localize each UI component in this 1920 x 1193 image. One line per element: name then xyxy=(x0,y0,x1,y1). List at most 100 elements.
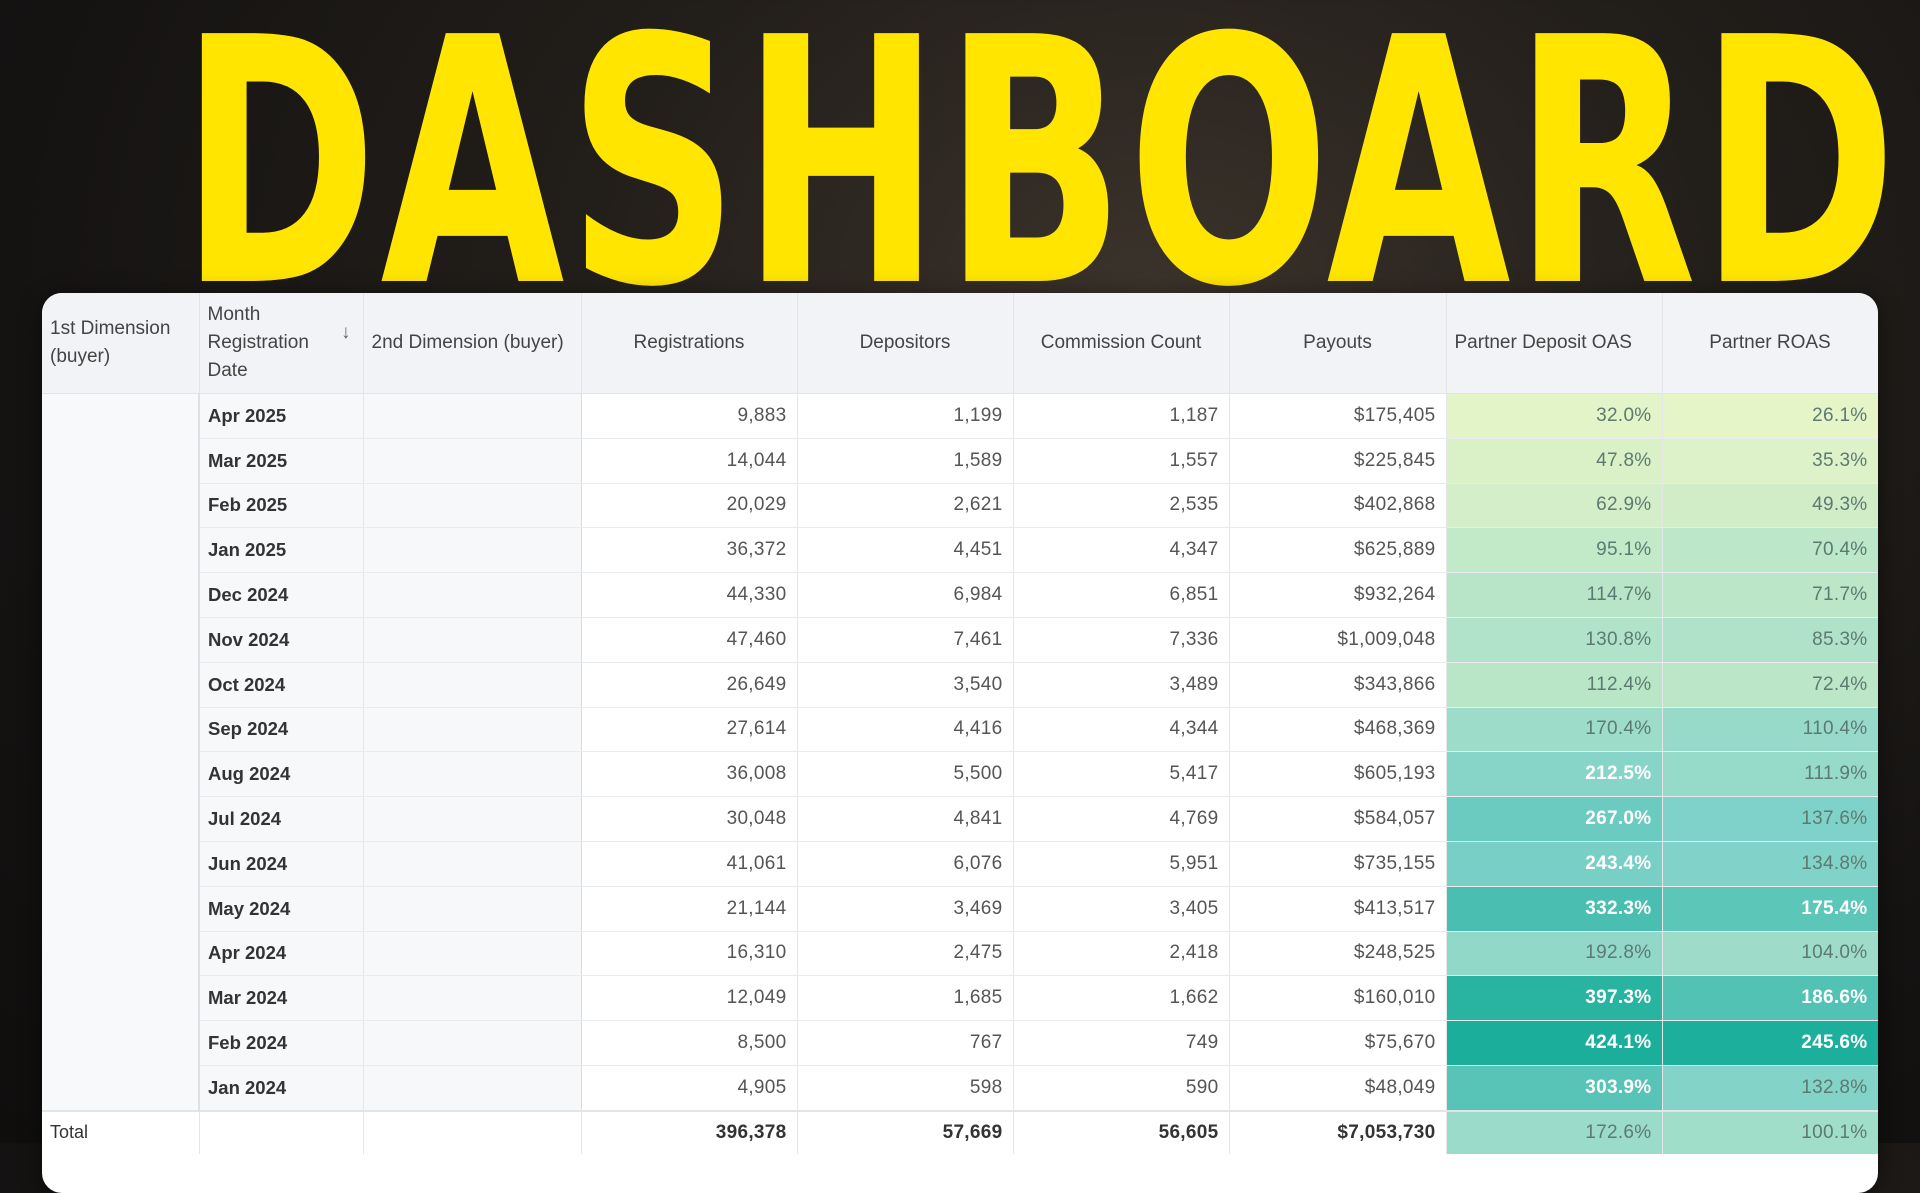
commission-count-cell: 2,535 xyxy=(1013,483,1230,529)
table-row[interactable]: Mar 2025 14,044 1,589 1,557 $225,845 47.8% 35.… xyxy=(42,438,1878,484)
table-row[interactable]: Apr 2024 16,310 2,475 2,418 $248,525 192.8% 10… xyxy=(42,931,1878,977)
month-cell: Aug 2024 xyxy=(199,751,364,798)
partner-roas-cell: 85.3% xyxy=(1662,617,1878,663)
table-row[interactable]: Nov 2024 47,460 7,461 7,336 $1,009,048 130.8%… xyxy=(42,617,1878,663)
partner-deposit-oas-cell: 114.7% xyxy=(1446,572,1663,618)
dim2-cell xyxy=(363,751,582,798)
total-commission-count: 56,605 xyxy=(1013,1109,1230,1154)
header-commission-count[interactable]: Commission Count xyxy=(1013,293,1230,394)
partner-roas-cell: 49.3% xyxy=(1662,483,1878,529)
table-header: 1st Dimension (buyer) ↓ Month Registrati… xyxy=(42,293,1878,394)
commission-count-cell: 4,344 xyxy=(1013,707,1230,753)
partner-deposit-oas-cell: 62.9% xyxy=(1446,483,1663,529)
table-row[interactable]: Aug 2024 36,008 5,500 5,417 $605,193 212.5% 11… xyxy=(42,751,1878,798)
month-cell: Sep 2024 xyxy=(199,707,364,753)
registrations-cell: 36,372 xyxy=(581,527,798,574)
dim2-cell xyxy=(363,975,582,1022)
payouts-cell: $413,517 xyxy=(1229,886,1447,932)
report-table: 1st Dimension (buyer) ↓ Month Registrati… xyxy=(42,293,1878,1154)
table-row[interactable]: Jul 2024 30,048 4,841 4,769 $584,057 267.0% 13… xyxy=(42,796,1878,842)
registrations-cell: 27,614 xyxy=(581,707,798,753)
depositors-cell: 598 xyxy=(797,1065,1014,1112)
month-cell: Apr 2025 xyxy=(199,393,364,439)
table-row[interactable]: Jan 2025 36,372 4,451 4,347 $625,889 95.1% 70.… xyxy=(42,527,1878,574)
total-roas: 100.1% xyxy=(1662,1109,1878,1154)
partner-roas-cell: 111.9% xyxy=(1662,751,1878,798)
table-row[interactable]: Dec 2024 44,330 6,984 6,851 $932,264 114.7% 71… xyxy=(42,572,1878,618)
dim2-cell xyxy=(363,931,582,977)
depositors-cell: 2,621 xyxy=(797,483,1014,529)
registrations-cell: 14,044 xyxy=(581,438,798,484)
header-partner-deposit-oas[interactable]: Partner Deposit OAS xyxy=(1446,293,1663,394)
registrations-cell: 4,905 xyxy=(581,1065,798,1112)
payouts-cell: $605,193 xyxy=(1229,751,1447,798)
header-dim2[interactable]: 2nd Dimension (buyer) xyxy=(363,293,582,394)
month-cell: Dec 2024 xyxy=(199,572,364,618)
partner-roas-cell: 70.4% xyxy=(1662,527,1878,574)
table-row[interactable]: Mar 2024 12,049 1,685 1,662 $160,010 397.3% 18… xyxy=(42,975,1878,1022)
partner-deposit-oas-cell: 243.4% xyxy=(1446,841,1663,887)
payouts-cell: $343,866 xyxy=(1229,662,1447,708)
month-cell: May 2024 xyxy=(199,886,364,932)
header-payouts[interactable]: Payouts xyxy=(1229,293,1447,394)
partner-deposit-oas-cell: 130.8% xyxy=(1446,617,1663,663)
month-cell: Jan 2024 xyxy=(199,1065,364,1112)
table-row[interactable]: May 2024 21,144 3,469 3,405 $413,517 332.3% 17… xyxy=(42,886,1878,932)
depositors-cell: 1,685 xyxy=(797,975,1014,1022)
partner-roas-cell: 137.6% xyxy=(1662,796,1878,842)
payouts-cell: $1,009,048 xyxy=(1229,617,1447,663)
table-row[interactable]: Feb 2025 20,029 2,621 2,535 $402,868 62.9% 49.… xyxy=(42,483,1878,529)
table-row[interactable]: Oct 2024 26,649 3,540 3,489 $343,866 112.4% 72… xyxy=(42,662,1878,708)
dim2-cell xyxy=(363,572,582,618)
table-row[interactable]: Sep 2024 27,614 4,416 4,344 $468,369 170.4% 11… xyxy=(42,707,1878,753)
dim2-cell xyxy=(363,483,582,529)
payouts-cell: $175,405 xyxy=(1229,393,1447,439)
header-month-registration-date[interactable]: ↓ Month Registration Date xyxy=(199,293,364,394)
partner-deposit-oas-cell: 95.1% xyxy=(1446,527,1663,574)
header-depositors[interactable]: Depositors xyxy=(797,293,1014,394)
payouts-cell: $48,049 xyxy=(1229,1065,1447,1112)
depositors-cell: 7,461 xyxy=(797,617,1014,663)
month-cell: Mar 2024 xyxy=(199,975,364,1022)
table-row[interactable]: Apr 2025 9,883 1,199 1,187 $175,405 32.0% 26.1… xyxy=(42,393,1878,1112)
partner-roas-cell: 245.6% xyxy=(1662,1020,1878,1066)
partner-roas-cell: 110.4% xyxy=(1662,707,1878,753)
table-row[interactable]: Feb 2024 8,500 767 749 $75,670 424.1% 245.6% xyxy=(42,1020,1878,1066)
commission-count-cell: 1,557 xyxy=(1013,438,1230,484)
total-depositors: 57,669 xyxy=(797,1109,1014,1154)
commission-count-cell: 590 xyxy=(1013,1065,1230,1112)
table-footer: Total 396,378 57,669 56,605 $7,053,730 1… xyxy=(42,1109,1878,1154)
depositors-cell: 6,984 xyxy=(797,572,1014,618)
payouts-cell: $75,670 xyxy=(1229,1020,1447,1066)
table-row[interactable]: Jun 2024 41,061 6,076 5,951 $735,155 243.4% 13… xyxy=(42,841,1878,887)
depositors-cell: 4,451 xyxy=(797,527,1014,574)
arrow-down-icon[interactable]: ↓ xyxy=(341,319,351,347)
dim2-cell xyxy=(363,886,582,932)
commission-count-cell: 1,662 xyxy=(1013,975,1230,1022)
payouts-cell: $248,525 xyxy=(1229,931,1447,977)
table-row[interactable]: Jan 2024 4,905 598 590 $48,049 303.9% 132.8% xyxy=(42,1065,1878,1112)
partner-roas-cell: 132.8% xyxy=(1662,1065,1878,1112)
header-registrations[interactable]: Registrations xyxy=(581,293,798,394)
dim2-cell xyxy=(363,438,582,484)
depositors-cell: 6,076 xyxy=(797,841,1014,887)
partner-deposit-oas-cell: 267.0% xyxy=(1446,796,1663,842)
depositors-cell: 4,416 xyxy=(797,707,1014,753)
month-cell: Mar 2025 xyxy=(199,438,364,484)
total-deposit-oas: 172.6% xyxy=(1446,1109,1663,1154)
total-registrations: 396,378 xyxy=(581,1109,798,1154)
total-payouts: $7,053,730 xyxy=(1229,1109,1447,1154)
header-dim1[interactable]: 1st Dimension (buyer) xyxy=(42,293,200,394)
partner-deposit-oas-cell: 212.5% xyxy=(1446,751,1663,798)
partner-deposit-oas-cell: 424.1% xyxy=(1446,1020,1663,1066)
dim2-cell xyxy=(363,662,582,708)
commission-count-cell: 3,489 xyxy=(1013,662,1230,708)
partner-deposit-oas-cell: 32.0% xyxy=(1446,393,1663,439)
header-partner-roas[interactable]: Partner ROAS xyxy=(1662,293,1878,394)
partner-roas-cell: 71.7% xyxy=(1662,572,1878,618)
total-dim2-cell xyxy=(363,1109,582,1154)
partner-roas-cell: 175.4% xyxy=(1662,886,1878,932)
partner-roas-cell: 26.1% xyxy=(1662,393,1878,439)
table-body: Apr 2025 9,883 1,199 1,187 $175,405 32.0% 26.1… xyxy=(42,393,1878,1112)
dim2-cell xyxy=(363,796,582,842)
